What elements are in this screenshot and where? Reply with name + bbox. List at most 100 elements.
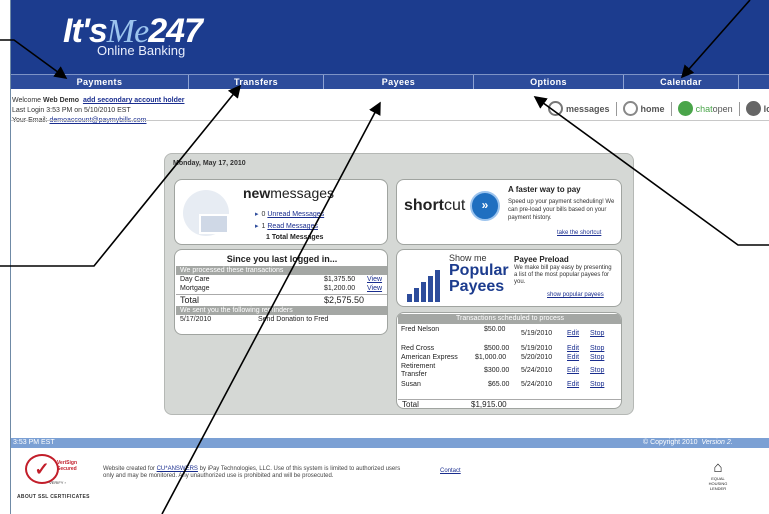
payee-name: Retirement Transfer xyxy=(401,363,436,378)
status-bar: 3:53 PM EST © Copyright 2010 Version 2. xyxy=(11,438,769,448)
amount: $1,200.00 xyxy=(324,285,356,292)
arrow-icon: ▸ xyxy=(255,223,259,230)
show-popular-payees-link[interactable]: show popular payees xyxy=(547,292,604,298)
about-ssl-link[interactable]: ABOUT SSL CERTIFICATES xyxy=(17,494,90,500)
total-row: Total $2,575.50 xyxy=(176,294,387,305)
messages-link[interactable]: messages xyxy=(548,101,610,116)
shortcut-logo-a: short xyxy=(404,197,444,214)
envelope-icon xyxy=(183,190,229,236)
amount: $1,375.50 xyxy=(324,276,356,283)
divider xyxy=(738,101,740,116)
nav-payees[interactable]: Payees xyxy=(324,75,474,89)
stop-link[interactable]: Stop xyxy=(590,354,604,362)
popular-payees-card: Show me Popular Payees Payee Preload We … xyxy=(396,249,622,307)
add-secondary-holder-link[interactable]: add secondary account holder xyxy=(83,97,185,104)
table-row: Mortgage $1,200.00 View xyxy=(176,285,387,293)
payee-name: Fred Nelson xyxy=(401,326,440,333)
payee-name: Day Care xyxy=(180,276,210,283)
scheduled-title: Transactions scheduled to process xyxy=(398,314,621,324)
table-row: Fred Nelson $50.00 5/19/2010 Edit Stop xyxy=(401,326,621,342)
nav-transfers[interactable]: Transfers xyxy=(189,75,324,89)
read-count: 1 xyxy=(261,223,266,230)
welcome-block: Welcome Web Demo add secondary account h… xyxy=(12,96,184,126)
chat-label: chat xyxy=(695,103,713,114)
total-label: Total xyxy=(180,295,200,305)
table-row: Day Care $1,375.50 View xyxy=(176,276,387,284)
stop-link[interactable]: Stop xyxy=(590,367,604,375)
messages-label: messages xyxy=(566,103,610,114)
edit-link[interactable]: Edit xyxy=(567,354,579,362)
take-shortcut-link[interactable]: take the shortcut xyxy=(557,230,601,236)
processed-band: We processed these transactions xyxy=(176,266,387,275)
edit-link[interactable]: Edit xyxy=(567,345,579,353)
payee-name: Mortgage xyxy=(180,285,210,292)
chat-status: open xyxy=(712,103,733,114)
copyright: © Copyright 2010 Version 2. xyxy=(643,438,733,448)
amount: $500.00 xyxy=(484,345,510,352)
contact-link[interactable]: Contact xyxy=(440,468,461,474)
divider xyxy=(670,101,672,116)
total-label: Total xyxy=(402,400,419,409)
shortcut-title: A faster way to pay xyxy=(508,185,581,194)
date: 5/19/2010 xyxy=(521,345,553,352)
verisign-seal[interactable]: ✓ VeriSign Secured VERIFY › ABOUT SSL CER… xyxy=(11,450,101,500)
payee-name: American Express xyxy=(401,354,458,361)
total-row: Total $1,915.00 xyxy=(398,399,621,409)
disclaimer-pre: Website created for xyxy=(103,466,157,472)
nav-options[interactable]: Options xyxy=(474,75,624,89)
view-link[interactable]: View xyxy=(367,285,382,293)
page-frame: It'sMe247 Online Banking Payments Transf… xyxy=(10,0,769,514)
edit-link[interactable]: Edit xyxy=(567,330,579,338)
date: 5/24/2010 xyxy=(521,367,553,374)
amount: $50.00 xyxy=(484,326,506,333)
home-label: home xyxy=(640,103,665,114)
table-row: 5/17/2010 Send Donation to Fred xyxy=(176,316,387,324)
divider xyxy=(615,101,617,116)
edit-link[interactable]: Edit xyxy=(567,381,579,389)
home-link[interactable]: home xyxy=(622,101,665,116)
reminders-band: We sent you the following reminders xyxy=(176,306,387,315)
eho-text: EQUAL HOUSING LENDER xyxy=(708,476,728,491)
shortcut-description: Speed up your payment scheduling! We can… xyxy=(508,199,615,221)
header-banner: It'sMe247 Online Banking xyxy=(11,0,769,74)
scheduled-transactions-card: Transactions scheduled to process Fred N… xyxy=(396,312,622,409)
edit-link[interactable]: Edit xyxy=(567,367,579,375)
equal-housing-logo: ⌂ EQUAL HOUSING LENDER xyxy=(705,459,731,492)
unread-messages-link[interactable]: Unread Messages xyxy=(267,211,324,218)
user-name: Web Demo xyxy=(43,97,80,104)
home-icon xyxy=(622,101,638,116)
stop-link[interactable]: Stop xyxy=(590,381,604,389)
table-row: Retirement Transfer $300.00 5/24/2010 Ed… xyxy=(401,363,621,379)
stop-link[interactable]: Stop xyxy=(590,330,604,338)
cuanswers-link[interactable]: CU*ANSWERS xyxy=(157,466,198,472)
seal-verify: VERIFY › xyxy=(49,480,66,485)
fast-forward-icon[interactable]: » xyxy=(470,191,500,221)
payee-name: Red Cross xyxy=(401,345,435,352)
logout-link[interactable]: logout xyxy=(745,101,769,116)
total-amount: $1,915.00 xyxy=(471,400,507,409)
house-icon: ⌂ xyxy=(713,459,723,476)
shortcut-logo: shortcut xyxy=(404,197,465,215)
chat-link[interactable]: chat open xyxy=(677,101,733,116)
arrow-icon: ▸ xyxy=(255,211,259,218)
view-link[interactable]: View xyxy=(367,276,382,284)
total-messages: 1 Total Messages xyxy=(266,234,324,241)
read-messages-link[interactable]: Read Messages xyxy=(267,223,318,230)
payee-name: Susan xyxy=(401,381,421,388)
stop-link[interactable]: Stop xyxy=(590,345,604,353)
nav-calendar[interactable]: Calendar xyxy=(624,75,739,89)
date: 5/20/2010 xyxy=(521,354,553,361)
messages-title-bold: new xyxy=(243,185,271,201)
main-nav: Payments Transfers Payees Options Calend… xyxy=(11,74,769,89)
logout-label: logout xyxy=(763,103,769,114)
date: 5/19/2010 xyxy=(521,330,553,337)
reminder-date: 5/17/2010 xyxy=(180,316,212,323)
messages-title: newmessages xyxy=(243,185,334,201)
footer-disclaimer: Website created for CU*ANSWERS by iPay T… xyxy=(103,466,403,480)
welcome-prefix: Welcome xyxy=(12,97,43,104)
amount: $1,000.00 xyxy=(475,354,507,361)
amount: $65.00 xyxy=(488,381,510,388)
chat-icon xyxy=(677,101,693,116)
nav-payments[interactable]: Payments xyxy=(11,75,189,89)
reminder-text: Send Donation to Fred xyxy=(258,316,329,323)
